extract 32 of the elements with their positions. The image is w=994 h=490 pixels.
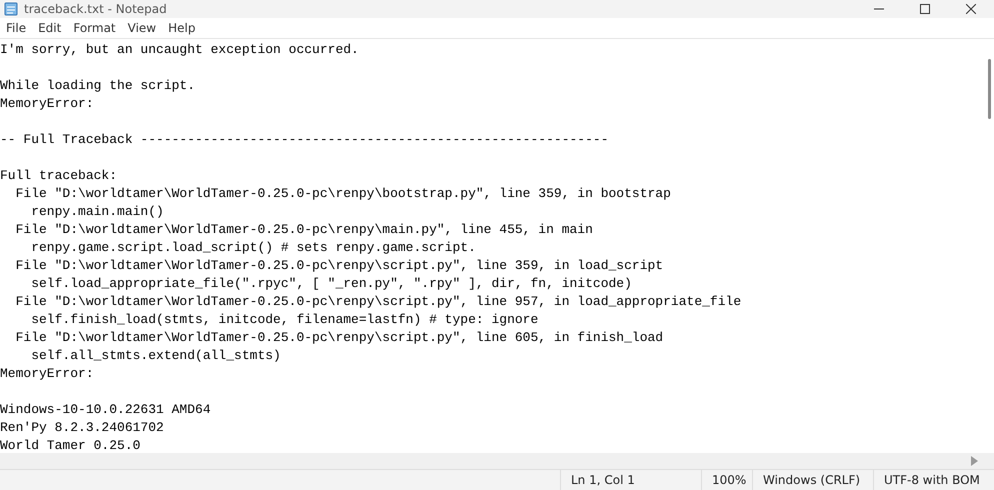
menu-item[interactable]: Help [162, 18, 202, 38]
horizontal-scrollbar[interactable] [0, 453, 994, 470]
text-line: MemoryError: [0, 365, 94, 383]
text-line: File "D:\worldtamer\WorldTamer-0.25.0-pc\renpy\bootstrap.py", line 359, in bootstrap [14, 185, 671, 203]
text-line: File "D:\worldtamer\WorldTamer-0.25.0-pc\renpy\script.py", line 359, in load_script [14, 257, 664, 275]
text-line: World Tamer 0.25.0 [0, 437, 140, 453]
text-line: I'm sorry, but an uncaught exception occurred. [0, 41, 359, 59]
text-line: Windows-10-10.0.22631 AMD64 [0, 401, 211, 419]
menu-item[interactable]: View [122, 18, 162, 38]
text-line: self.all_stmts.extend(all_stmts) [30, 347, 281, 365]
text-line: -- Full Traceback ------------------------------------------------------------ [0, 131, 608, 149]
status-text: UTF-8 with BOM [873, 470, 994, 490]
status-text: 100% [701, 470, 752, 490]
status-text: Ln 1, Col 1 [560, 470, 701, 490]
text-line: renpy.main.main() [30, 203, 164, 221]
text-line: File "D:\worldtamer\WorldTamer-0.25.0-pc\renpy\script.py", line 605, in finish_load [14, 329, 664, 347]
close-icon[interactable] [966, 4, 976, 14]
text-line: File "D:\worldtamer\WorldTamer-0.25.0-pc\renpy\main.py", line 455, in main [14, 221, 593, 239]
status-text: Windows (CRLF) [752, 470, 873, 490]
text-line: While loading the script. [0, 77, 196, 95]
window-title: traceback.txt - Notepad [24, 2, 168, 16]
menu-item[interactable]: File [0, 18, 32, 38]
menu-item[interactable]: Edit [32, 18, 68, 38]
text-line: self.load_appropriate_file(".rpyc", [ "_ren.py", ".rpy" ], dir, fn, initcode) [30, 275, 632, 293]
maximize-icon[interactable] [920, 4, 930, 14]
menu-item[interactable]: Format [67, 18, 122, 38]
text-line: MemoryError: [0, 95, 94, 113]
text-line: self.finish_load(stmts, initcode, filename=lastfn) # type: ignore [30, 311, 538, 329]
text-line: renpy.game.script.load_script() # sets renpy.game.script. [30, 239, 476, 257]
text-line: Ren'Py 8.2.3.24061702 [0, 419, 164, 437]
text-line: File "D:\worldtamer\WorldTamer-0.25.0-pc\renpy\script.py", line 957, in load_appropriate_file [14, 293, 742, 311]
text-line: Full traceback: [0, 167, 118, 185]
